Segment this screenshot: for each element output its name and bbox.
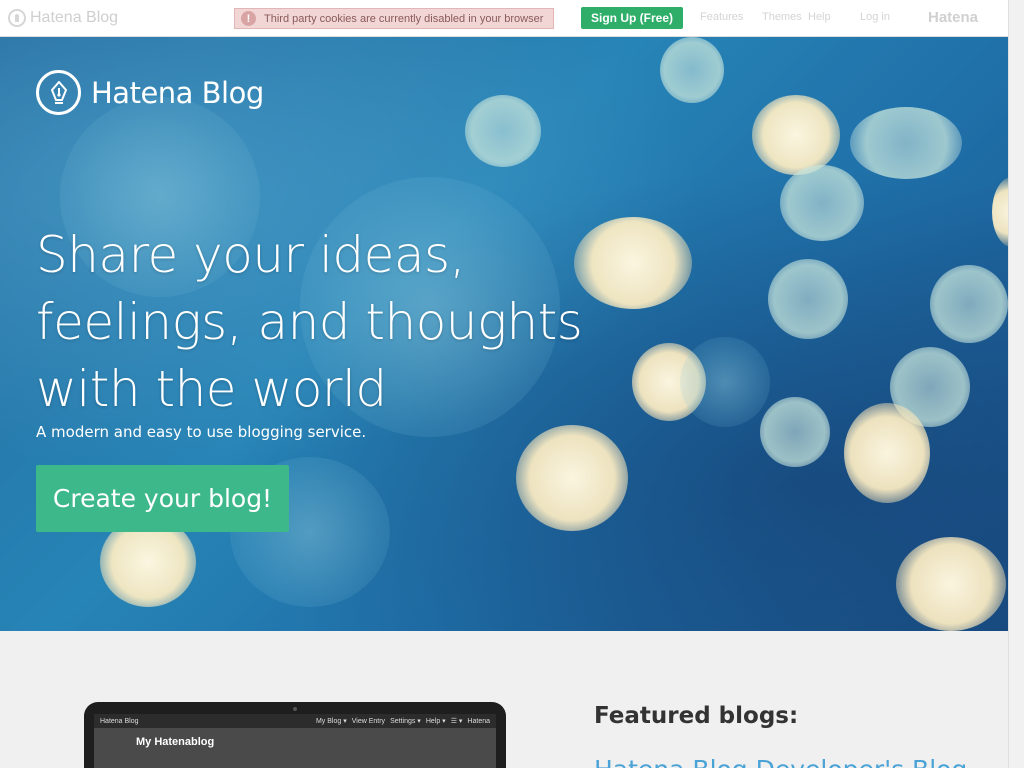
nav-themes-link[interactable]: Themes bbox=[762, 11, 802, 23]
bokeh-light bbox=[780, 165, 864, 241]
nav-help-link[interactable]: Help bbox=[808, 11, 831, 23]
login-link[interactable]: Log in bbox=[860, 11, 890, 23]
preview-menu-item: My Blog ▾ bbox=[315, 718, 347, 725]
hero-section: Hatena Blog Share your ideas, feelings, … bbox=[0, 37, 1008, 631]
page-scrollbar[interactable] bbox=[1008, 0, 1024, 768]
top-bar: Hatena Blog ! Third party cookies are cu… bbox=[0, 0, 1008, 37]
bokeh-light bbox=[844, 403, 930, 503]
preview-hatena: Hatena bbox=[467, 717, 490, 725]
hero-subtitle: A modern and easy to use blogging servic… bbox=[36, 423, 367, 441]
topbar-logo[interactable]: Hatena Blog bbox=[8, 9, 118, 27]
hero-title-line: with the world bbox=[36, 360, 387, 418]
create-blog-button[interactable]: Create your blog! bbox=[36, 465, 289, 532]
hatena-pen-icon bbox=[8, 9, 26, 27]
cookie-notice-text: Third party cookies are currently disabl… bbox=[264, 12, 544, 25]
preview-toolbar: Hatena Blog My Blog ▾ View Entry Setting… bbox=[94, 714, 496, 728]
preview-blog-title: My Hatenablog bbox=[136, 736, 215, 748]
preview-menu-item: View Entry bbox=[351, 717, 386, 725]
bokeh-light bbox=[516, 425, 628, 531]
cookie-notice: ! Third party cookies are currently disa… bbox=[234, 8, 554, 29]
hero-logo[interactable]: Hatena Blog bbox=[36, 70, 264, 115]
bokeh-light bbox=[768, 259, 848, 339]
hatena-pen-icon bbox=[36, 70, 81, 115]
hero-title-line: Share your ideas, bbox=[36, 226, 465, 284]
bokeh-light bbox=[930, 265, 1008, 343]
features-section: Hatena Blog My Blog ▾ View Entry Setting… bbox=[0, 631, 1008, 768]
topbar-logo-text: Hatena Blog bbox=[30, 9, 119, 26]
camera-dot bbox=[293, 707, 297, 711]
hero-title: Share your ideas, feelings, and thoughts… bbox=[36, 222, 656, 423]
featured-blog-link[interactable]: Hatena Blog Developer's Blog bbox=[594, 755, 1004, 768]
bokeh-light bbox=[760, 397, 830, 467]
bokeh-light bbox=[896, 537, 1006, 631]
hero-title-line: feelings, and thoughts bbox=[36, 293, 583, 351]
preview-menu-item: ☰ ▾ bbox=[450, 718, 463, 725]
preview-menu-item: Settings ▾ bbox=[390, 718, 421, 725]
bokeh-light bbox=[465, 95, 541, 167]
preview-app-name: Hatena Blog bbox=[100, 717, 139, 725]
nav-features-link[interactable]: Features bbox=[700, 11, 743, 23]
bokeh-light bbox=[660, 37, 724, 103]
hatena-link[interactable]: Hatena bbox=[928, 9, 978, 26]
bokeh-light bbox=[850, 107, 962, 179]
preview-screen: Hatena Blog My Blog ▾ View Entry Setting… bbox=[94, 714, 496, 768]
signup-button[interactable]: Sign Up (Free) bbox=[581, 7, 683, 29]
preview-menu-item: Help ▾ bbox=[425, 718, 446, 725]
laptop-preview-image: Hatena Blog My Blog ▾ View Entry Setting… bbox=[84, 702, 506, 768]
warning-icon: ! bbox=[241, 11, 256, 26]
hero-logo-text: Hatena Blog bbox=[91, 75, 264, 110]
featured-blogs-heading: Featured blogs: bbox=[594, 703, 799, 729]
bokeh-light bbox=[752, 95, 840, 175]
bokeh-light bbox=[680, 337, 770, 427]
bokeh-light bbox=[992, 177, 1008, 247]
